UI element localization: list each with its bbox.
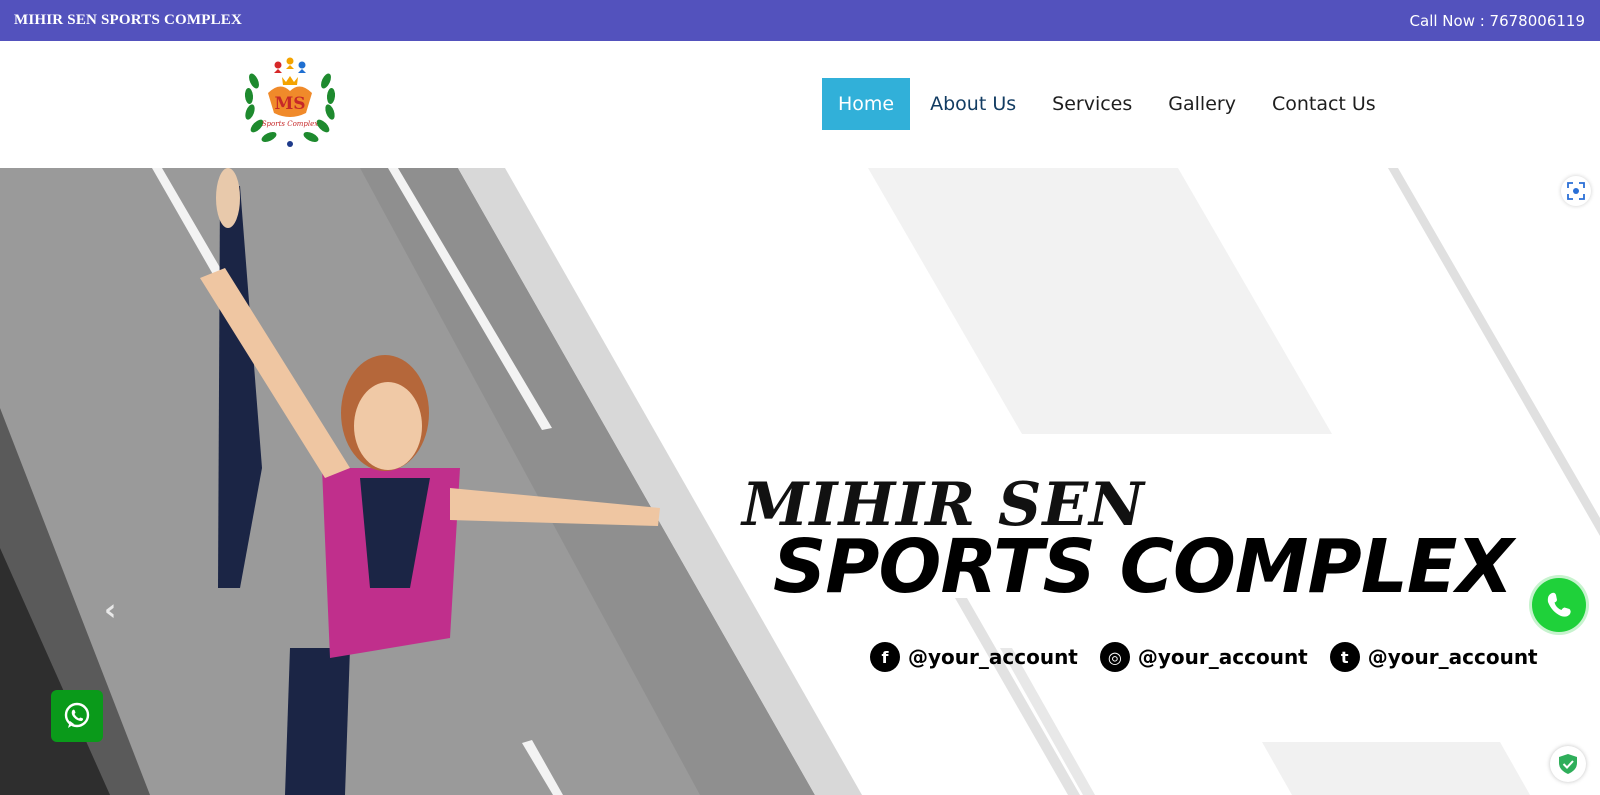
svg-text:MS: MS	[274, 94, 305, 114]
nav-services[interactable]: Services	[1036, 78, 1148, 130]
security-badge[interactable]	[1550, 746, 1586, 782]
facebook-icon: f	[870, 642, 900, 672]
top-bar: MIHIR SEN SPORTS COMPLEX Call Now : 7678…	[0, 0, 1600, 41]
nav-home[interactable]: Home	[822, 78, 911, 130]
scan-icon	[1567, 182, 1585, 200]
top-bar-brand: MIHIR SEN SPORTS COMPLEX	[14, 12, 243, 28]
whatsapp-button[interactable]	[51, 690, 103, 742]
nav-contact-us[interactable]: Contact Us	[1256, 78, 1392, 130]
shield-check-icon	[1559, 754, 1577, 774]
hero-social-handles: f @your_account ◎ @your_account t @your_…	[870, 642, 1560, 672]
instagram-icon: ◎	[1099, 642, 1130, 672]
nav-gallery[interactable]: Gallery	[1152, 78, 1252, 130]
nav-about-us[interactable]: About Us	[914, 78, 1032, 130]
slider-prev-arrow[interactable]: ‹	[104, 593, 116, 628]
social-handle: @your_account	[1367, 645, 1538, 669]
visual-search-button[interactable]	[1561, 176, 1591, 206]
site-header: MS Sports Complex Home About Us Services…	[0, 41, 1600, 168]
social-tumblr[interactable]: t @your_account	[1329, 642, 1538, 672]
whatsapp-icon	[64, 702, 90, 728]
main-nav: Home About Us Services Gallery Contact U…	[822, 78, 1396, 130]
tumblr-icon: t	[1329, 642, 1360, 672]
hero-slider: ‹ MIHIR SEN SPORTS COMPLEX f @your_accou…	[0, 168, 1600, 795]
site-logo[interactable]: MS Sports Complex	[240, 51, 340, 151]
hero-title-line2: SPORTS COMPLEX	[773, 524, 1513, 610]
call-floating-button[interactable]	[1532, 578, 1586, 632]
phone-icon	[1547, 592, 1571, 617]
call-now-link[interactable]: Call Now : 7678006119	[1410, 12, 1585, 30]
social-handle: @your_account	[908, 645, 1078, 669]
social-handle: @your_account	[1137, 645, 1308, 669]
svg-text:Sports Complex: Sports Complex	[262, 120, 319, 128]
social-instagram[interactable]: ◎ @your_account	[1099, 642, 1308, 672]
social-facebook[interactable]: f @your_account	[870, 642, 1078, 672]
laurel-logo-icon: MS Sports Complex	[244, 57, 336, 147]
